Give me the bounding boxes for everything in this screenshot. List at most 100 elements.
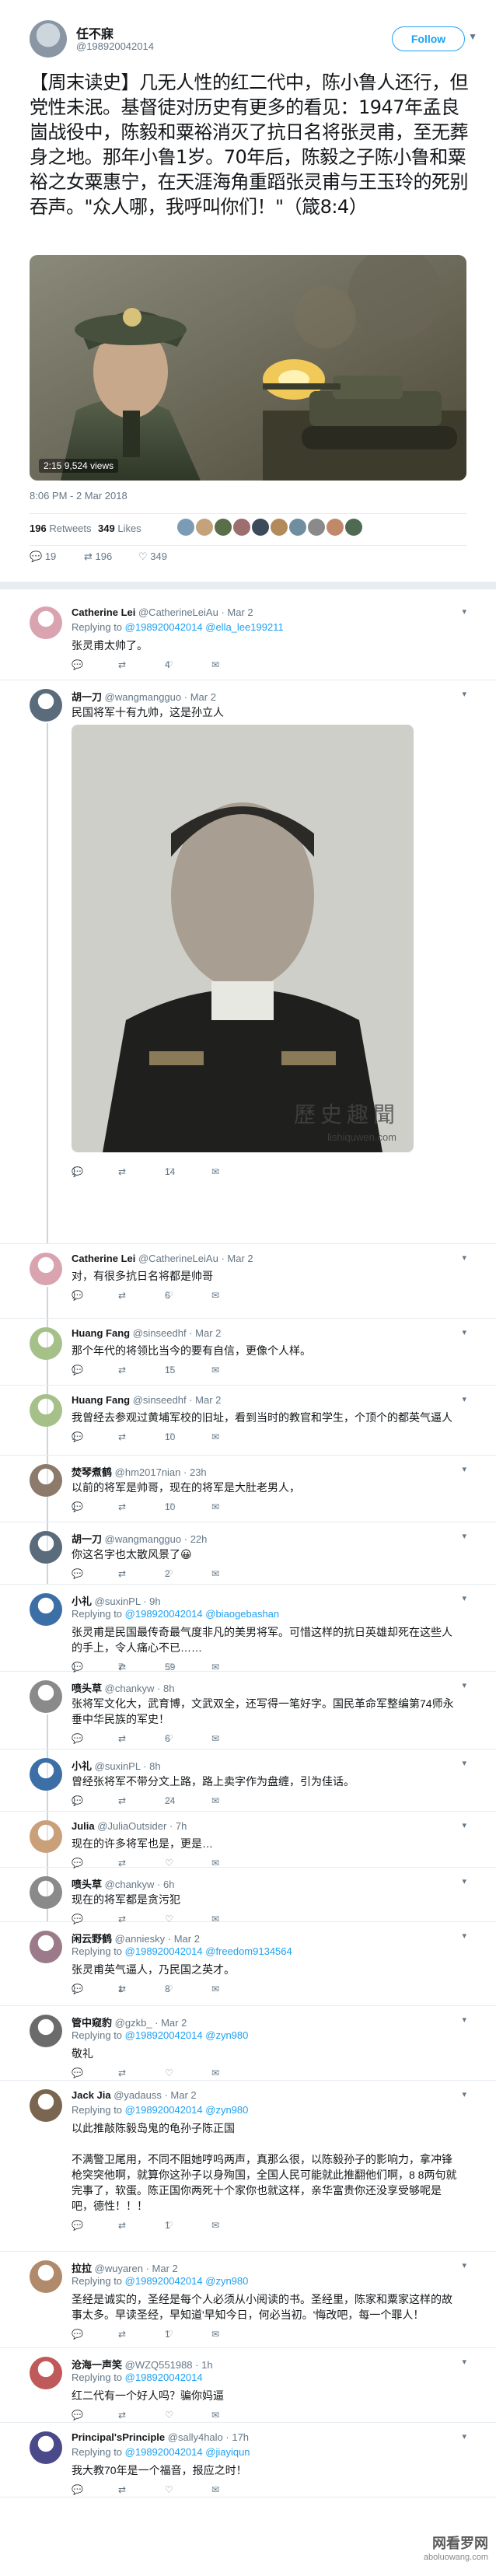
chevron-down-icon[interactable]: ▼ <box>468 31 477 42</box>
chevron-down-icon[interactable]: ▾ <box>462 2089 466 2099</box>
author-name[interactable]: 焚琴煮鹤 <box>72 1466 112 1478</box>
reply-date[interactable]: · Mar 2 <box>221 606 253 618</box>
avatar[interactable] <box>308 519 325 536</box>
mention-link[interactable]: @198920042014 <box>125 621 203 633</box>
author-name[interactable]: 胡一刀 <box>72 1533 102 1545</box>
avatar[interactable] <box>289 519 306 536</box>
avatar[interactable] <box>215 519 232 536</box>
author-name[interactable]: Huang Fang <box>72 1394 130 1406</box>
mention-link[interactable]: @198920042014 <box>125 2029 203 2041</box>
author-name[interactable]: 小礼 <box>72 1596 92 1607</box>
avatar[interactable] <box>30 689 62 722</box>
avatar[interactable] <box>30 606 62 639</box>
mention-link[interactable]: @jiayiqun <box>205 2446 250 2458</box>
chevron-down-icon[interactable]: ▾ <box>462 1327 466 1337</box>
mention-link[interactable]: @198920042014 <box>125 2446 203 2458</box>
author-name[interactable]: Jack Jia <box>72 2089 111 2101</box>
chevron-down-icon[interactable]: ▾ <box>462 1876 466 1886</box>
author-name[interactable]: Principal'sPrinciple <box>72 2431 165 2443</box>
reply-author[interactable]: Principal'sPrinciple @sally4halo · 17h <box>72 2431 249 2443</box>
tweet-timestamp[interactable]: 8:06 PM - 2 Mar 2018 <box>30 490 127 502</box>
chevron-down-icon[interactable]: ▾ <box>462 1593 466 1603</box>
reply-author[interactable]: Huang Fang @sinseedhf · Mar 2 <box>72 1394 221 1406</box>
reply-date[interactable]: · Mar 2 <box>155 2017 187 2029</box>
like-button[interactable]: ♡ 349 <box>138 551 167 563</box>
reply-date[interactable]: · Mar 2 <box>189 1394 221 1406</box>
author-name[interactable]: 胡一刀 <box>72 691 102 703</box>
chevron-down-icon[interactable]: ▾ <box>462 1680 466 1690</box>
chevron-down-icon[interactable]: ▾ <box>462 606 466 617</box>
reply-author[interactable]: 喷头草 @chankyw · 8h <box>72 1680 174 1695</box>
tweet-video[interactable]: 2:15 9,524 views <box>30 255 466 481</box>
mention-link[interactable]: @freedom9134564 <box>205 1945 292 1957</box>
avatar[interactable] <box>327 519 344 536</box>
author-name[interactable]: 喷头草 <box>72 1879 102 1890</box>
author-handle[interactable]: @198920042014 <box>76 40 154 52</box>
avatar[interactable] <box>177 519 194 536</box>
reply-author[interactable]: Catherine Lei @CatherineLeiAu · Mar 2 <box>72 606 253 618</box>
mention-link[interactable]: @198920042014 <box>125 1608 203 1620</box>
chevron-down-icon[interactable]: ▾ <box>462 1820 466 1830</box>
reply-date[interactable]: · 17h <box>225 2431 249 2443</box>
author-name[interactable]: Julia <box>72 1820 95 1832</box>
reply-author[interactable]: 小礼 @suxinPL · 8h <box>72 1758 161 1773</box>
mention-link[interactable]: @zyn980 <box>205 2275 248 2287</box>
avatar[interactable] <box>30 1531 62 1564</box>
author-name[interactable]: Catherine Lei <box>72 606 135 618</box>
chevron-down-icon[interactable]: ▾ <box>462 1758 466 1768</box>
mention-link[interactable]: @zyn980 <box>205 2029 248 2041</box>
author-name[interactable]: 闲云野鹤 <box>72 1933 112 1945</box>
avatar[interactable] <box>252 519 269 536</box>
reply-date[interactable]: · Mar 2 <box>189 1327 221 1339</box>
avatar[interactable] <box>30 1253 62 1285</box>
avatar[interactable] <box>196 519 213 536</box>
mention-link[interactable]: @198920042014 <box>125 1945 203 1957</box>
follow-button[interactable]: Follow <box>392 26 465 51</box>
mention-link[interactable]: @198920042014 <box>125 2275 203 2287</box>
mention-link[interactable]: @biaogebashan <box>205 1608 279 1620</box>
likes-stat[interactable]: 349 Likes <box>98 523 141 534</box>
avatar[interactable] <box>30 1327 62 1360</box>
reply-date[interactable]: · Mar 2 <box>184 691 216 703</box>
reply-author[interactable]: Huang Fang @sinseedhf · Mar 2 <box>72 1327 221 1339</box>
avatar[interactable] <box>30 2357 62 2389</box>
avatar[interactable] <box>30 2431 62 2464</box>
mention-link[interactable]: @ella_lee199211 <box>205 621 283 633</box>
reply-author[interactable]: Jack Jia @yadauss · Mar 2 <box>72 2089 197 2101</box>
reply-button[interactable]: 💬 19 <box>30 551 56 563</box>
chevron-down-icon[interactable]: ▾ <box>462 2431 466 2441</box>
avatar[interactable] <box>30 1680 62 1713</box>
reply-author[interactable]: 喷头草 @chankyw · 6h <box>72 1876 174 1891</box>
author-name[interactable]: 小礼 <box>72 1760 92 1772</box>
author-name[interactable]: 拉拉 <box>72 2263 92 2274</box>
reply-photo[interactable]: 歷史趣聞 lishiquwen.com <box>72 725 414 1152</box>
reply-date[interactable]: · 6h <box>157 1879 174 1890</box>
reply-date[interactable]: · 8h <box>157 1683 174 1694</box>
author-name[interactable]: Catherine Lei <box>72 1253 135 1264</box>
author-name[interactable]: 管中窥豹 <box>72 2017 112 2029</box>
reply-author[interactable]: 焚琴煮鹤 @hm2017nian · 23h <box>72 1464 207 1479</box>
reply-date[interactable]: · Mar 2 <box>146 2263 178 2274</box>
avatar[interactable] <box>30 2089 62 2122</box>
author-name[interactable]: 任不寐 <box>76 23 114 42</box>
mention-link[interactable]: @198920042014 <box>125 2372 203 2383</box>
avatar[interactable] <box>30 1931 62 1963</box>
avatar[interactable] <box>233 519 250 536</box>
chevron-down-icon[interactable]: ▾ <box>462 1931 466 1941</box>
chevron-down-icon[interactable]: ▾ <box>462 1253 466 1263</box>
chevron-down-icon[interactable]: ▾ <box>462 1464 466 1474</box>
retweets-stat[interactable]: 196 Retweets <box>30 523 92 534</box>
reply-author[interactable]: 管中窥豹 @gzkb_ · Mar 2 <box>72 2015 187 2029</box>
chevron-down-icon[interactable]: ▾ <box>462 2015 466 2025</box>
chevron-down-icon[interactable]: ▾ <box>462 2260 466 2270</box>
chevron-down-icon[interactable]: ▾ <box>462 1394 466 1404</box>
liker-avatars[interactable] <box>177 519 364 538</box>
avatar[interactable] <box>271 519 288 536</box>
avatar[interactable] <box>30 1820 62 1853</box>
avatar[interactable] <box>345 519 362 536</box>
mention-link[interactable]: @198920042014 <box>125 2104 203 2116</box>
avatar[interactable] <box>30 1464 62 1497</box>
mention-link[interactable]: @zyn980 <box>205 2104 248 2116</box>
reply-date[interactable]: · 23h <box>183 1466 207 1478</box>
reply-author[interactable]: 拉拉 @wuyaren · Mar 2 <box>72 2260 178 2275</box>
